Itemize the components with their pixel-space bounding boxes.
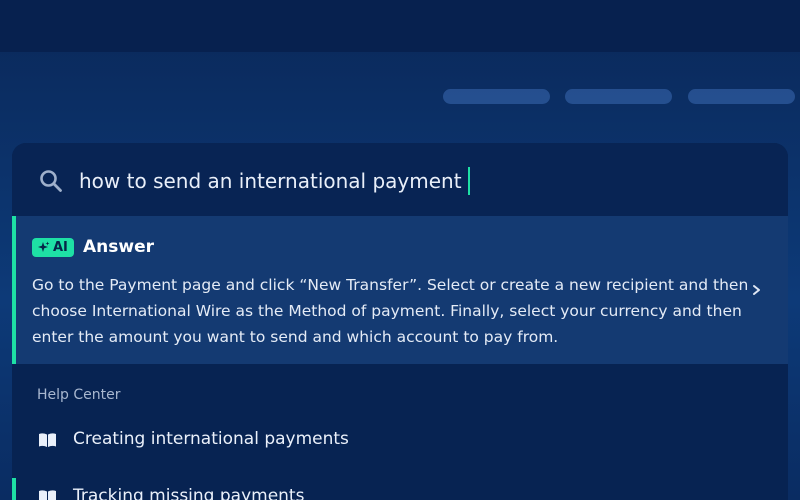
ai-badge-label: AI: [53, 240, 68, 255]
answer-accent-bar: [12, 216, 16, 364]
search-query-text[interactable]: how to send an international payment: [79, 167, 470, 195]
book-icon: [39, 490, 56, 500]
ai-badge: AI: [32, 238, 74, 257]
help-center-item[interactable]: Tracking missing payments: [12, 478, 788, 500]
answer-title: Answer: [83, 237, 154, 257]
item-accent-bar: [12, 478, 16, 500]
search-icon: [40, 170, 62, 192]
nav-placeholder: [565, 89, 672, 104]
help-item-label: Tracking missing payments: [73, 486, 305, 500]
search-query: how to send an international payment: [79, 169, 462, 193]
chevron-right-icon[interactable]: [750, 280, 764, 300]
nav-placeholder: [443, 89, 550, 104]
book-icon: [39, 433, 56, 447]
help-center-item[interactable]: Creating international payments: [12, 421, 788, 461]
sparkle-icon: [38, 241, 50, 252]
nav-placeholder: [688, 89, 795, 104]
ai-answer-card[interactable]: AI Answer Go to the Payment page and cli…: [12, 216, 788, 364]
top-bar: [0, 0, 800, 52]
search-panel: how to send an international payment AI …: [12, 143, 788, 500]
text-cursor: [467, 167, 470, 195]
help-item-label: Creating international payments: [73, 429, 349, 449]
answer-body: Go to the Payment page and click “New Tr…: [32, 276, 749, 346]
help-center-heading: Help Center: [37, 387, 121, 403]
search-input[interactable]: how to send an international payment: [12, 143, 788, 216]
